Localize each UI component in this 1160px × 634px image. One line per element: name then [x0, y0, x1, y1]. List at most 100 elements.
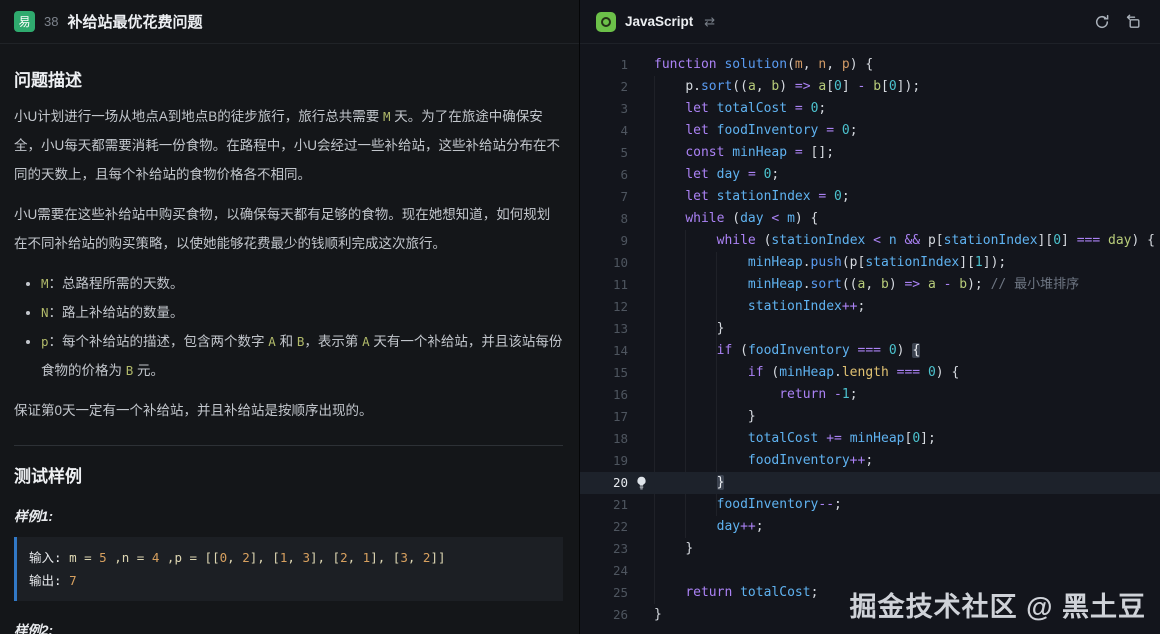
code-token — [920, 365, 928, 380]
collapse-panel-icon — [1125, 14, 1141, 30]
sample-text: ,p = [[ — [159, 550, 219, 565]
gutter-space — [628, 76, 654, 98]
code-token: } — [717, 321, 725, 336]
line-number: 6 — [580, 164, 628, 186]
sample-number: 3 — [400, 550, 408, 565]
code-token: ) { — [850, 57, 873, 72]
code-line[interactable]: 14 if (foodInventory === 0) { — [580, 340, 1160, 362]
problem-body[interactable]: 问题描述 小U计划进行一场从地点A到地点B的徒步旅行，旅行总共需要 M 天。为了… — [0, 44, 579, 634]
code-line[interactable]: 19 foodInventory++; — [580, 450, 1160, 472]
code-token: p — [842, 57, 850, 72]
code-token — [881, 233, 889, 248]
code-token: - — [834, 387, 842, 402]
sample-text: ]] — [430, 550, 445, 565]
code-text: foodInventory--; — [654, 494, 842, 516]
gutter-space — [628, 604, 654, 626]
line-number: 1 — [580, 54, 628, 76]
code-token: ]); — [983, 255, 1006, 270]
gutter-space — [628, 98, 654, 120]
code-token: ( — [764, 365, 780, 380]
code-line[interactable]: 26} — [580, 604, 1160, 626]
code-text: let day = 0; — [654, 164, 779, 186]
sample-number: 2 — [242, 550, 250, 565]
code-line[interactable]: 20 } — [580, 472, 1160, 494]
code-text: while (stationIndex < n && p[stationInde… — [654, 230, 1155, 252]
code-token: , — [756, 79, 772, 94]
code-token — [881, 343, 889, 358]
line-number: 16 — [580, 384, 628, 406]
text-segment: ：路上补给站的数量。 — [49, 305, 184, 320]
line-number: 10 — [580, 252, 628, 274]
gutter-space — [628, 164, 654, 186]
gutter-space — [628, 494, 654, 516]
code-line[interactable]: 24 — [580, 560, 1160, 582]
code-token: ++ — [842, 299, 858, 314]
collapse-panel-button[interactable] — [1122, 11, 1144, 33]
code-line[interactable]: 10 minHeap.push(p[stationIndex][1]); — [580, 252, 1160, 274]
gutter-space — [628, 296, 654, 318]
code-line[interactable]: 18 totalCost += minHeap[0]; — [580, 428, 1160, 450]
code-token — [865, 233, 873, 248]
code-token: } — [717, 475, 725, 490]
code-token: 0 — [834, 189, 842, 204]
code-token: . — [803, 255, 811, 270]
app-window: 易 38 补给站最优花费问题 问题描述 小U计划进行一场从地点A到地点B的徒步旅… — [0, 0, 1160, 634]
code-line[interactable]: 25 return totalCost; — [580, 582, 1160, 604]
line-number: 26 — [580, 604, 628, 626]
code-token — [787, 145, 795, 160]
code-token: 0 — [928, 365, 936, 380]
code-line[interactable]: 22 day++; — [580, 516, 1160, 538]
code-line[interactable]: 4 let foodInventory = 0; — [580, 120, 1160, 142]
parameter-item: p：每个补给站的描述，包含两个数字 A 和 B，表示第 A 天有一个补给站，并且… — [41, 327, 563, 385]
line-number: 9 — [580, 230, 628, 252]
code-token: if — [717, 343, 733, 358]
code-token: === — [858, 343, 881, 358]
code-text: day++; — [654, 516, 764, 538]
code-line[interactable]: 12 stationIndex++; — [580, 296, 1160, 318]
code-line[interactable]: 8 while (day < m) { — [580, 208, 1160, 230]
gutter-space — [628, 54, 654, 76]
swap-language-icon[interactable]: ⇄ — [704, 14, 715, 30]
code-line[interactable]: 17 } — [580, 406, 1160, 428]
code-line[interactable]: 2 p.sort((a, b) => a[0] - b[0]); — [580, 76, 1160, 98]
code-line[interactable]: 13 } — [580, 318, 1160, 340]
code-token — [787, 101, 795, 116]
code-token: . — [834, 365, 842, 380]
code-line[interactable]: 15 if (minHeap.length === 0) { — [580, 362, 1160, 384]
language-selector[interactable]: JavaScript — [625, 14, 693, 29]
code-line[interactable]: 3 let totalCost = 0; — [580, 98, 1160, 120]
code-token: 0 — [912, 431, 920, 446]
refresh-icon — [1094, 14, 1110, 30]
description-heading: 问题描述 — [14, 66, 563, 91]
text-segment: ：每个补给站的描述，包含两个数字 — [49, 334, 269, 349]
inline-code: M — [41, 276, 49, 291]
code-token: minHeap — [748, 277, 803, 292]
code-action-bulb[interactable] — [628, 472, 654, 494]
input-label: 输入: — [29, 550, 69, 565]
sample-text: , — [348, 550, 363, 565]
line-number: 18 — [580, 428, 628, 450]
code-token: => — [904, 277, 920, 292]
code-token: ( — [756, 233, 772, 248]
code-text: minHeap.sort((a, b) => a - b); // 最小堆排序 — [654, 274, 1079, 296]
code-line[interactable]: 16 return -1; — [580, 384, 1160, 406]
code-line[interactable]: 21 foodInventory--; — [580, 494, 1160, 516]
problem-panel[interactable]: 易 38 补给站最优花费问题 问题描述 小U计划进行一场从地点A到地点B的徒步旅… — [0, 0, 580, 634]
reset-code-button[interactable] — [1091, 11, 1113, 33]
code-line[interactable]: 5 const minHeap = []; — [580, 142, 1160, 164]
code-line[interactable]: 1function solution(m, n, p) { — [580, 54, 1160, 76]
samples-heading: 测试样例 — [14, 462, 563, 487]
code-token: 1 — [975, 255, 983, 270]
code-token: ); — [967, 277, 990, 292]
code-editor[interactable]: 1function solution(m, n, p) {2 p.sort((a… — [580, 44, 1160, 634]
code-text: while (day < m) { — [654, 208, 818, 230]
code-line[interactable]: 11 minHeap.sort((a, b) => a - b); // 最小堆… — [580, 274, 1160, 296]
code-token: day — [717, 167, 740, 182]
line-number: 17 — [580, 406, 628, 428]
code-text: } — [654, 472, 724, 494]
code-token: day — [717, 519, 740, 534]
code-line[interactable]: 7 let stationIndex = 0; — [580, 186, 1160, 208]
code-line[interactable]: 6 let day = 0; — [580, 164, 1160, 186]
code-line[interactable]: 23 } — [580, 538, 1160, 560]
code-line[interactable]: 9 while (stationIndex < n && p[stationIn… — [580, 230, 1160, 252]
